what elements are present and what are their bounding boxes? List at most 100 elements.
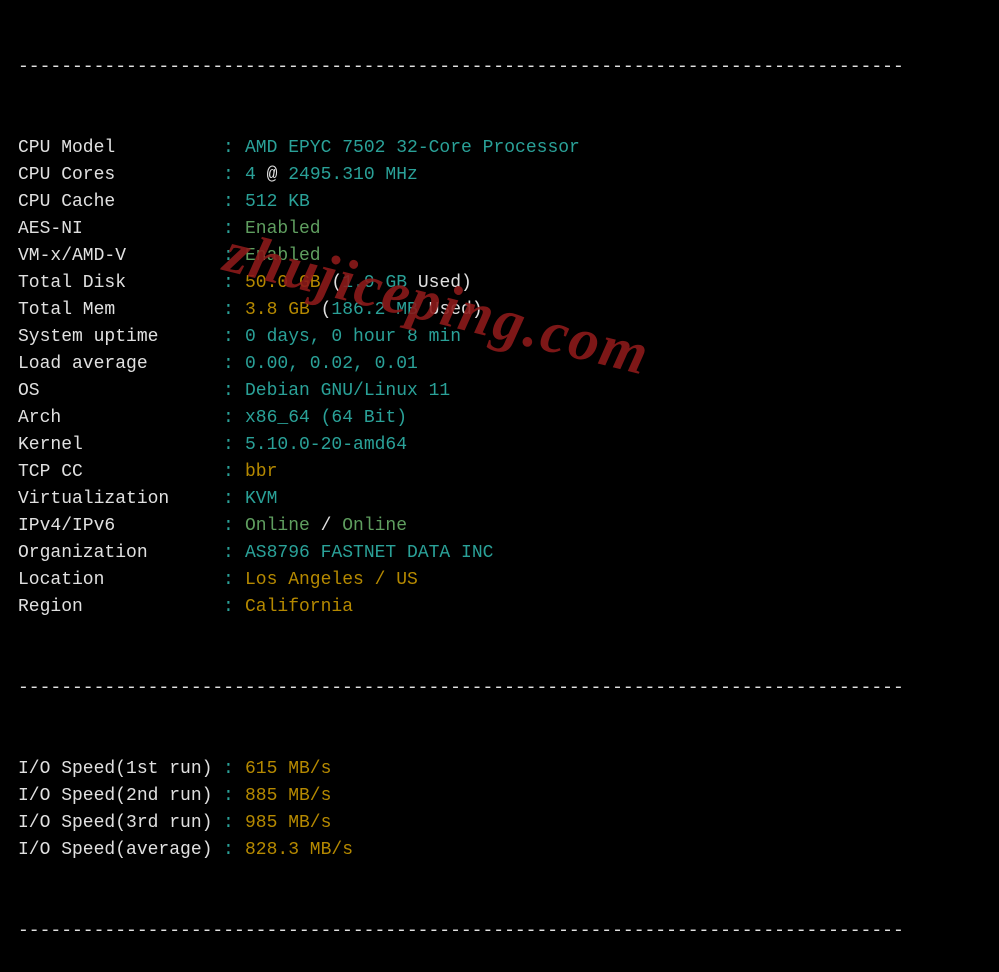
colon-separator: :	[223, 432, 245, 459]
field-label: Region	[18, 594, 223, 621]
field-label: Location	[18, 567, 223, 594]
value-part: 0 days, 0 hour 8 min	[245, 327, 461, 347]
field-label: Virtualization	[18, 486, 223, 513]
colon-separator: :	[223, 216, 245, 243]
field-value: 0.00, 0.02, 0.01	[245, 351, 418, 378]
sysinfo-row: CPU Cores: 4 @ 2495.310 MHz	[18, 162, 981, 189]
colon-separator: :	[223, 594, 245, 621]
colon-separator: :	[223, 567, 245, 594]
value-part: 186.2 MB	[331, 300, 417, 320]
field-label: Kernel	[18, 432, 223, 459]
sysinfo-row: Region: California	[18, 594, 981, 621]
sysinfo-row: VM-x/AMD-V: Enabled	[18, 243, 981, 270]
field-label: Organization	[18, 540, 223, 567]
value-part: California	[245, 597, 353, 617]
field-value: bbr	[245, 459, 277, 486]
field-label: I/O Speed(average)	[18, 837, 223, 864]
field-label: Total Disk	[18, 270, 223, 297]
sysinfo-row: Total Mem: 3.8 GB (186.2 MB Used)	[18, 297, 981, 324]
field-value: 828.3 MB/s	[245, 837, 353, 864]
colon-separator: :	[223, 297, 245, 324]
sysinfo-row: IPv4/IPv6: Online / Online	[18, 513, 981, 540]
value-part: 2495.310 MHz	[288, 165, 418, 185]
value-part: 3.8 GB	[245, 300, 310, 320]
io-row: I/O Speed(3rd run): 985 MB/s	[18, 810, 981, 837]
value-part: AMD EPYC 7502 32-Core Processor	[245, 138, 580, 158]
sysinfo-row: System uptime: 0 days, 0 hour 8 min	[18, 324, 981, 351]
terminal-output: ----------------------------------------…	[0, 0, 999, 972]
sysinfo-row: Total Disk: 50.0 GB (1.9 GB Used)	[18, 270, 981, 297]
divider-mid: ----------------------------------------…	[18, 675, 981, 702]
field-value: Online / Online	[245, 513, 407, 540]
field-value: 5.10.0-20-amd64	[245, 432, 407, 459]
colon-separator: :	[223, 405, 245, 432]
value-part: Enabled	[245, 246, 321, 266]
value-part: AS8796 FASTNET DATA INC	[245, 543, 493, 563]
io-row: I/O Speed(2nd run): 885 MB/s	[18, 783, 981, 810]
value-part: Used)	[407, 273, 472, 293]
field-value: 985 MB/s	[245, 810, 331, 837]
colon-separator: :	[223, 270, 245, 297]
field-value: Enabled	[245, 243, 321, 270]
colon-separator: :	[223, 135, 245, 162]
field-label: VM-x/AMD-V	[18, 243, 223, 270]
sysinfo-row: Organization: AS8796 FASTNET DATA INC	[18, 540, 981, 567]
colon-separator: :	[223, 486, 245, 513]
field-value: 885 MB/s	[245, 783, 331, 810]
value-part: 50.0 GB	[245, 273, 321, 293]
field-label: CPU Cores	[18, 162, 223, 189]
value-part: 4	[245, 165, 256, 185]
field-value: California	[245, 594, 353, 621]
colon-separator: :	[223, 243, 245, 270]
field-value: x86_64 (64 Bit)	[245, 405, 407, 432]
value-part: 985 MB/s	[245, 813, 331, 833]
field-label: System uptime	[18, 324, 223, 351]
io-row: I/O Speed(1st run): 615 MB/s	[18, 756, 981, 783]
field-value: 615 MB/s	[245, 756, 331, 783]
field-label: OS	[18, 378, 223, 405]
sysinfo-row: Arch: x86_64 (64 Bit)	[18, 405, 981, 432]
colon-separator: :	[223, 459, 245, 486]
field-label: CPU Cache	[18, 189, 223, 216]
value-part: Online	[342, 516, 407, 536]
field-value: Debian GNU/Linux 11	[245, 378, 450, 405]
value-part: 512 KB	[245, 192, 310, 212]
colon-separator: :	[223, 783, 245, 810]
field-label: AES-NI	[18, 216, 223, 243]
value-part: /	[310, 516, 342, 536]
value-part: 885 MB/s	[245, 786, 331, 806]
sysinfo-row: TCP CC: bbr	[18, 459, 981, 486]
value-part: @	[256, 165, 288, 185]
value-part: Online	[245, 516, 310, 536]
value-part: Los Angeles / US	[245, 570, 418, 590]
sysinfo-row: Location: Los Angeles / US	[18, 567, 981, 594]
field-value: 4 @ 2495.310 MHz	[245, 162, 418, 189]
value-part: 0.00, 0.02, 0.01	[245, 354, 418, 374]
value-part: 1.9 GB	[342, 273, 407, 293]
system-info-block: CPU Model: AMD EPYC 7502 32-Core Process…	[18, 135, 981, 621]
value-part: bbr	[245, 462, 277, 482]
field-label: I/O Speed(3rd run)	[18, 810, 223, 837]
field-label: TCP CC	[18, 459, 223, 486]
field-value: 512 KB	[245, 189, 310, 216]
value-part: x86_64 (64 Bit)	[245, 408, 407, 428]
value-part: Enabled	[245, 219, 321, 239]
value-part: (	[310, 300, 332, 320]
field-label: CPU Model	[18, 135, 223, 162]
divider-bottom: ----------------------------------------…	[18, 918, 981, 945]
field-label: I/O Speed(1st run)	[18, 756, 223, 783]
value-part: 615 MB/s	[245, 759, 331, 779]
colon-separator: :	[223, 324, 245, 351]
sysinfo-row: CPU Model: AMD EPYC 7502 32-Core Process…	[18, 135, 981, 162]
colon-separator: :	[223, 189, 245, 216]
field-label: Arch	[18, 405, 223, 432]
field-label: IPv4/IPv6	[18, 513, 223, 540]
field-label: Load average	[18, 351, 223, 378]
field-label: Total Mem	[18, 297, 223, 324]
colon-separator: :	[223, 378, 245, 405]
colon-separator: :	[223, 756, 245, 783]
field-value: 50.0 GB (1.9 GB Used)	[245, 270, 472, 297]
colon-separator: :	[223, 540, 245, 567]
io-row: I/O Speed(average): 828.3 MB/s	[18, 837, 981, 864]
sysinfo-row: CPU Cache: 512 KB	[18, 189, 981, 216]
